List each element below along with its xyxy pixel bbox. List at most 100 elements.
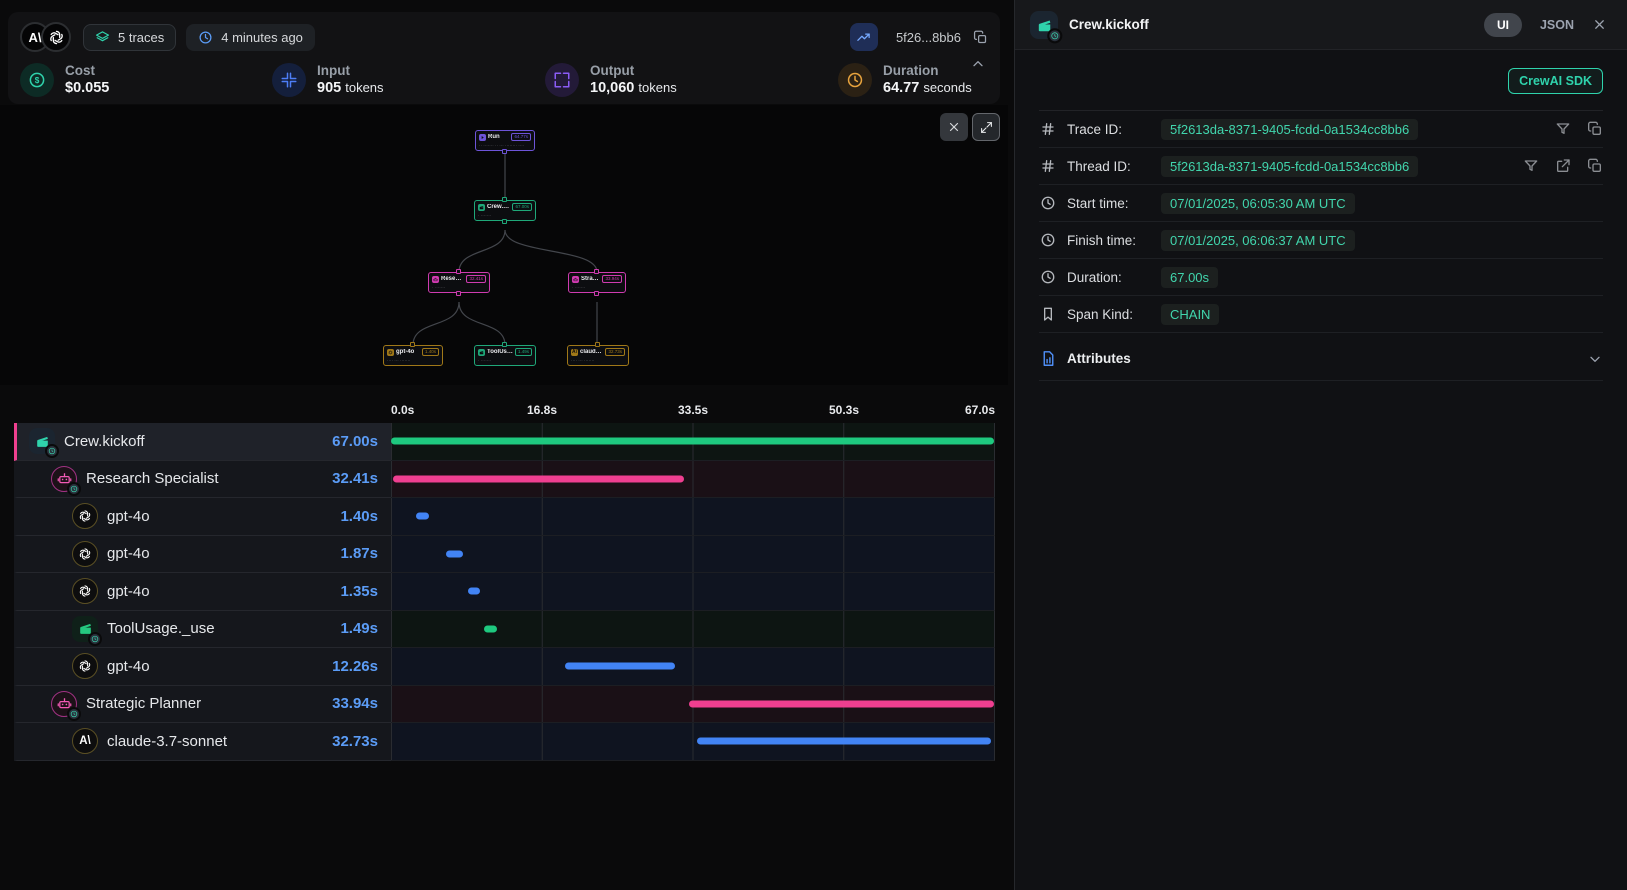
panel-close-button[interactable] <box>1592 17 1607 32</box>
timeline-row[interactable]: ToolUsage._use1.49s <box>14 611 995 649</box>
span-duration: 32.73s <box>332 733 391 750</box>
node-label: Crew.kickoff <box>487 204 510 210</box>
graph-node-research[interactable]: Research Speciali...32.41s· ······· <box>428 272 490 293</box>
field-value[interactable]: 5f2613da-8371-9405-fcdd-0a1534cc8bb6 <box>1161 156 1418 177</box>
tab-ui[interactable]: UI <box>1484 13 1522 37</box>
traces-count-badge[interactable]: 5 traces <box>83 24 176 51</box>
clock-subbadge-icon <box>1047 28 1062 43</box>
copy-action-icon[interactable] <box>1587 121 1603 137</box>
layers-icon <box>95 30 110 45</box>
copy-action-icon[interactable] <box>1587 158 1603 174</box>
copy-icon <box>1587 121 1603 137</box>
agent-robot-icon <box>51 466 77 492</box>
node-connector <box>456 291 461 296</box>
timeline-row[interactable]: gpt-4o1.87s <box>14 536 995 574</box>
field-label: Span Kind: <box>1067 307 1151 322</box>
timeline-row[interactable]: A\claude-3.7-sonnet32.73s <box>14 723 995 761</box>
openai-icon <box>388 350 393 355</box>
span-bar[interactable] <box>391 438 994 445</box>
gauge-icon <box>91 635 99 643</box>
timeline: 0.0s16.8s33.5s50.3s67.0s Crew.kickoff67.… <box>14 393 995 761</box>
field-value[interactable]: 07/01/2025, 06:06:37 AM UTC <box>1161 230 1355 251</box>
node-label: Research Speciali... <box>441 276 464 282</box>
openai-icon <box>78 659 92 673</box>
span-bar[interactable] <box>484 625 498 632</box>
field-value[interactable]: 5f2613da-8371-9405-fcdd-0a1534cc8bb6 <box>1161 119 1418 140</box>
span-bar[interactable] <box>565 663 676 670</box>
gauge-icon <box>1050 31 1059 40</box>
timeline-track <box>391 536 995 574</box>
span-bar[interactable] <box>468 588 480 595</box>
clock-subbadge-icon <box>67 482 81 496</box>
trace-viewer: A\ 5 traces 4 minutes ago 5f26...8bb6 $C… <box>0 0 1627 890</box>
node-subtext: · ······· <box>432 285 486 290</box>
graph-node-run[interactable]: Run64.77s·· ······· ·· ··· ········ ···· <box>475 130 535 151</box>
node-subtext: ···· ··· ······· <box>571 358 625 363</box>
funnel-action-icon[interactable] <box>1555 121 1571 137</box>
chevron-down-icon[interactable] <box>1587 351 1603 367</box>
clapper-icon <box>479 350 484 355</box>
graph-node-claude[interactable]: A\claude-3.7-sonnet32.73s···· ··· ······… <box>567 345 629 366</box>
attributes-section[interactable]: Attributes <box>1039 337 1603 381</box>
timeline-track <box>391 498 995 536</box>
field-value[interactable]: 67.00s <box>1161 267 1218 288</box>
clock-icon <box>1040 195 1056 211</box>
axis-tick: 50.3s <box>829 403 859 417</box>
sdk-badge[interactable]: CrewAI SDK <box>1508 68 1603 94</box>
span-duration: 1.87s <box>340 545 391 562</box>
anthropic-icon: A\ <box>72 728 98 754</box>
clock-icon <box>1040 232 1056 248</box>
field-label: Trace ID: <box>1067 122 1151 137</box>
time-ago-badge[interactable]: 4 minutes ago <box>186 24 315 51</box>
timeline-row[interactable]: gpt-4o1.40s <box>14 498 995 536</box>
timeline-row[interactable]: Research Specialist32.41s <box>14 461 995 499</box>
doc-icon <box>1040 350 1057 367</box>
compress-icon <box>280 71 298 89</box>
node-badge: 67.00s <box>512 203 532 211</box>
trend-button[interactable] <box>850 23 878 51</box>
time-ago-label: 4 minutes ago <box>221 30 303 45</box>
trace-graph: Run64.77s·· ······· ·· ··· ········ ····… <box>0 105 1008 385</box>
graph-node-tool[interactable]: ToolUsage._use1.49s· ······· <box>474 345 536 366</box>
stat-duration: Duration64.77 seconds <box>838 62 988 97</box>
copy-run-id-icon[interactable] <box>973 30 988 45</box>
node-connector <box>502 197 507 202</box>
timeline-row[interactable]: Strategic Planner33.94s <box>14 686 995 724</box>
span-duration: 33.94s <box>332 695 391 712</box>
openai-icon <box>78 509 92 523</box>
openai-avatar <box>41 22 71 52</box>
svg-text:$: $ <box>35 76 40 85</box>
axis-tick: 16.8s <box>527 403 557 417</box>
timeline-row[interactable]: gpt-4o1.35s <box>14 573 995 611</box>
node-badge: 64.77s <box>511 133 531 141</box>
span-bar[interactable] <box>697 738 991 745</box>
timeline-row[interactable]: Crew.kickoff67.00s <box>14 423 995 461</box>
graph-expand-button[interactable] <box>972 113 1000 141</box>
node-connector <box>456 269 461 274</box>
external-action-icon[interactable] <box>1555 158 1571 174</box>
field-value[interactable]: CHAIN <box>1161 304 1219 325</box>
detail-field: Duration:67.00s <box>1039 259 1603 296</box>
agent-robot-icon <box>51 691 77 717</box>
node-label: Run <box>488 134 500 140</box>
graph-node-strategic[interactable]: Strategic Planner33.94s· ······· <box>568 272 626 293</box>
span-name: Research Specialist <box>86 470 219 487</box>
span-bar[interactable] <box>689 700 994 707</box>
graph-node-gpt[interactable]: gpt-4o1.40s···· ··· ······· <box>383 345 443 366</box>
timeline-row[interactable]: gpt-4o12.26s <box>14 648 995 686</box>
span-bar[interactable] <box>446 550 463 557</box>
collapse-chevron-icon[interactable] <box>970 56 986 77</box>
node-connector <box>502 342 507 347</box>
tab-json[interactable]: JSON <box>1540 18 1574 32</box>
span-duration: 12.26s <box>332 658 391 675</box>
graph-node-crew[interactable]: Crew.kickoff67.00s· ······· <box>474 200 536 221</box>
graph-close-button[interactable] <box>940 113 968 141</box>
field-value[interactable]: 07/01/2025, 06:05:30 AM UTC <box>1161 193 1355 214</box>
timeline-axis: 0.0s16.8s33.5s50.3s67.0s <box>14 393 995 423</box>
span-bar[interactable] <box>416 513 429 520</box>
timeline-track <box>391 573 995 611</box>
stat-cost: $Cost$0.055 <box>20 62 272 97</box>
funnel-action-icon[interactable] <box>1523 158 1539 174</box>
span-bar[interactable] <box>393 475 685 482</box>
field-label: Thread ID: <box>1067 159 1151 174</box>
